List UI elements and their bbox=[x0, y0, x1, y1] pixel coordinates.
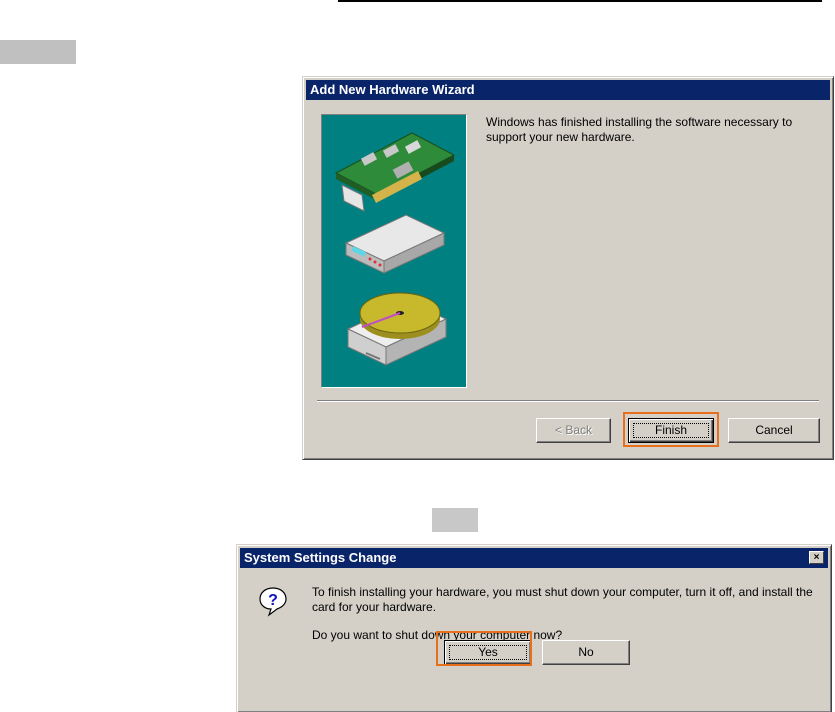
yes-highlight-box bbox=[436, 631, 532, 666]
finish-highlight-box bbox=[623, 412, 719, 447]
system-dialog-titlebar[interactable]: System Settings Change × bbox=[240, 548, 828, 568]
no-button[interactable]: No bbox=[542, 640, 630, 665]
cancel-button-label: Cancel bbox=[755, 423, 793, 437]
gray-marker-2 bbox=[432, 508, 478, 532]
wizard-message: Windows has finished installing the soft… bbox=[486, 115, 793, 144]
gray-marker bbox=[0, 40, 76, 64]
close-button[interactable]: × bbox=[809, 551, 824, 564]
svg-text:?: ? bbox=[268, 592, 278, 609]
wizard-separator bbox=[317, 400, 819, 402]
add-hardware-wizard-window: Add New Hardware Wizard Windows has fini… bbox=[302, 76, 834, 460]
question-icon: ? bbox=[259, 587, 287, 617]
back-button[interactable]: < Back bbox=[536, 418, 611, 443]
system-dialog-message: To finish installing your hardware, you … bbox=[312, 585, 813, 614]
system-dialog-title: System Settings Change bbox=[244, 550, 397, 565]
cancel-button[interactable]: Cancel bbox=[728, 418, 820, 443]
close-icon: × bbox=[813, 552, 820, 563]
wizard-hardware-illustration bbox=[321, 114, 467, 388]
top-rule bbox=[338, 0, 822, 2]
no-button-label: No bbox=[578, 645, 594, 659]
wizard-title: Add New Hardware Wizard bbox=[310, 82, 475, 97]
hardware-illustration-icon bbox=[334, 132, 456, 366]
wizard-titlebar[interactable]: Add New Hardware Wizard bbox=[306, 80, 830, 100]
back-button-label: < Back bbox=[554, 423, 593, 437]
system-settings-change-dialog: System Settings Change × ? To finish ins… bbox=[236, 544, 832, 712]
